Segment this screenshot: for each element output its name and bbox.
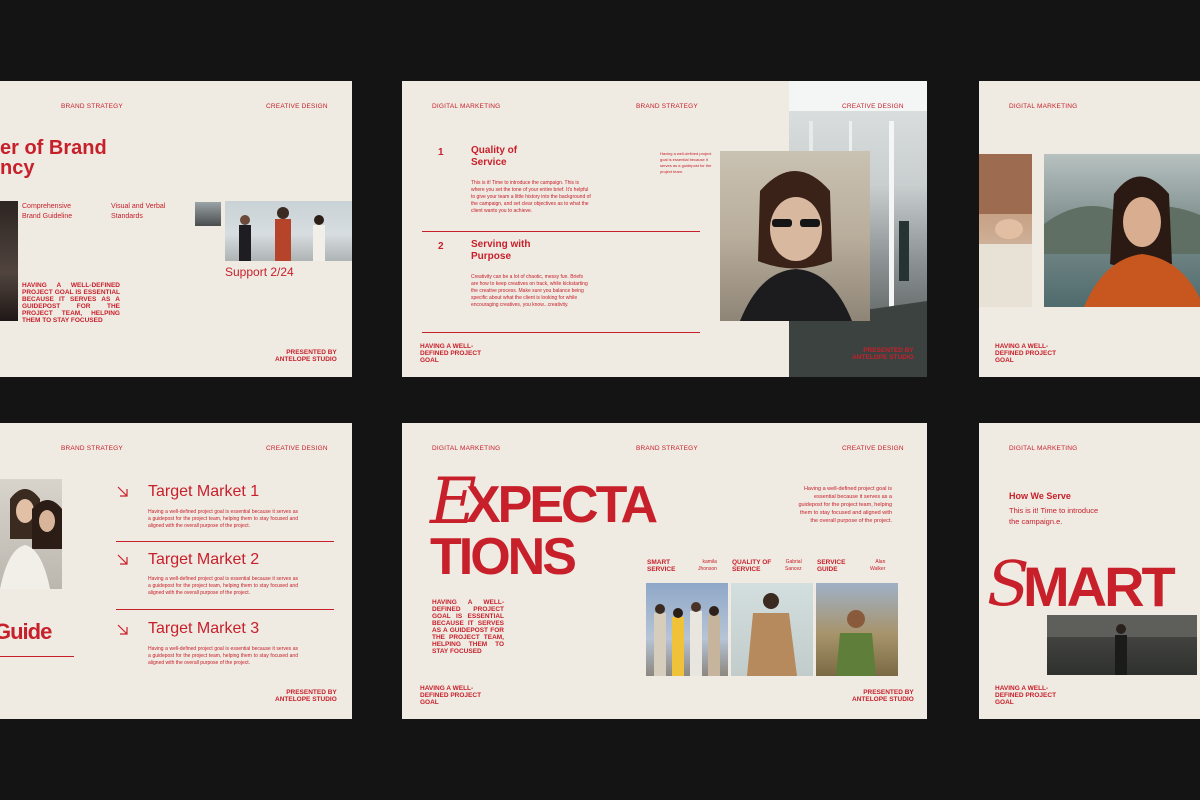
guide-heading: Guide [0, 619, 52, 644]
nav-digital-marketing[interactable]: DIGITAL MARKETING [432, 445, 500, 452]
slide-title-line2: ncy [0, 157, 35, 179]
divider-1 [422, 231, 700, 232]
label-name-gabrial: Gabrial Sancez [785, 559, 802, 572]
guide-underline [0, 656, 74, 657]
slide-target-markets[interactable]: BRAND STRATEGY CREATIVE DESIGN Target Ma… [0, 423, 352, 719]
footer-project-goal: HAVING A WELL- DEFINED PROJECT GOAL [995, 685, 1057, 706]
footer-project-goal: HAVING A WELL- DEFINED PROJECT GOAL [995, 343, 1057, 364]
team-figures [239, 207, 325, 261]
nav-brand-strategy[interactable]: BRAND STRATEGY [636, 445, 698, 452]
footer-presented-by: PRESENTED BY ANTELOPE STUDIO [852, 689, 914, 703]
woman-sunglasses-photo [720, 151, 870, 321]
nav-brand-strategy[interactable]: BRAND STRATEGY [61, 445, 123, 452]
label-name-alan: Alan Walker [870, 559, 886, 572]
slide-quality-service[interactable]: DIGITAL MARKETING BRAND STRATEGY CREATIV… [402, 81, 927, 377]
footer-project-goal: HAVING A WELL- DEFINED PROJECT GOAL [420, 343, 482, 364]
two-women-photo [0, 479, 62, 589]
woman-lake-photo [1044, 154, 1200, 307]
thumbnail-photo [195, 202, 221, 226]
nav-digital-marketing[interactable]: DIGITAL MARKETING [1009, 103, 1077, 110]
slide-smart[interactable]: DIGITAL MARKETING How We Serve This is i… [979, 423, 1200, 719]
target-market-body: Having a well-defined project goal is es… [148, 509, 298, 529]
women-figures [0, 489, 62, 589]
trench-figure [747, 593, 797, 676]
portrait-photo-left [0, 201, 18, 321]
portrait-figure [740, 171, 852, 321]
how-we-serve-heading: How We Serve [1009, 491, 1071, 501]
divider-2 [422, 332, 700, 333]
group-figures [654, 602, 720, 676]
arrow-down-right-icon [117, 624, 128, 635]
target-market-title: Target Market 1 [148, 483, 260, 500]
footer-presented-by: PRESENTED BY ANTELOPE STUDIO [275, 689, 337, 703]
lake-portrait [1044, 176, 1200, 307]
hand-shape [979, 154, 1032, 307]
support-caption: Support 2/24 [225, 265, 294, 279]
footer-presented-by: PRESENTED BY ANTELOPE STUDIO [852, 347, 914, 361]
nav-creative-design[interactable]: CREATIVE DESIGN [266, 445, 328, 452]
expectations-title-line1: XPECTA [466, 476, 658, 534]
expectations-title-line2: TIONS [430, 528, 577, 586]
arrow-down-right-icon [117, 486, 128, 497]
nav-brand-strategy[interactable]: BRAND STRATEGY [61, 103, 123, 110]
side-note: Having a well-defined project goal is es… [660, 151, 712, 174]
arrow-down-right-icon [117, 554, 128, 565]
trench-coat-photo [731, 583, 813, 676]
item2-title: Serving with Purpose [471, 239, 531, 262]
label-title-quality-of-service: QUALITY OF SERVICE [732, 559, 772, 573]
field-portrait-photo [816, 583, 898, 676]
footer-presented-by: PRESENTED BY ANTELOPE STUDIO [275, 349, 337, 363]
target-market-body: Having a well-defined project goal is es… [148, 576, 298, 596]
label-title-service-guide: SERVICE GUIDE [817, 559, 846, 573]
feature-visual-verbal: Visual and Verbal Standards [111, 203, 166, 220]
item2-body: Creativity can be a lot of chaotic, mess… [471, 274, 588, 308]
target-market-body: Having a well-defined project goal is es… [148, 646, 298, 666]
label-name-kamila: kamila Jhonson [698, 559, 717, 572]
nav-brand-strategy[interactable]: BRAND STRATEGY [636, 103, 698, 110]
item2-number: 2 [438, 241, 444, 252]
street-figure [1047, 615, 1197, 675]
item1-number: 1 [438, 147, 444, 158]
team-photo [225, 201, 352, 261]
target-market-title: Target Market 2 [148, 551, 260, 568]
feature-brand-guideline: Comprehensive Brand Guideline [22, 203, 73, 220]
smart-title: MART [1023, 555, 1176, 618]
slide-expectations[interactable]: DIGITAL MARKETING BRAND STRATEGY CREATIV… [402, 423, 927, 719]
hands-photo [979, 154, 1032, 307]
intro-text: Having a well-defined project goal is es… [798, 486, 892, 524]
dark-street-photo [1047, 615, 1197, 675]
item1-title: Quality of Service [471, 145, 518, 168]
how-we-serve-body: This is it! Time to introduce the campai… [1009, 506, 1099, 526]
slide-brand-agency[interactable]: BRAND STRATEGY CREATIVE DESIGN er of Bra… [0, 81, 352, 377]
nav-creative-design[interactable]: CREATIVE DESIGN [266, 103, 328, 110]
divider-2 [116, 609, 334, 610]
label-title-smart-service: SMART SERVICE [647, 559, 676, 573]
group-photo [646, 583, 728, 676]
target-market-title: Target Market 3 [148, 620, 260, 637]
item1-body: This is it! Time to introduce the campai… [471, 180, 591, 214]
body-statement: HAVING A WELL-DEFINED PROJECT GOAL IS ES… [22, 282, 120, 324]
slide-portraits[interactable]: DIGITAL MARKETING HAVING A WELL- DEFINED… [979, 81, 1200, 377]
divider-1 [116, 541, 334, 542]
nav-digital-marketing[interactable]: DIGITAL MARKETING [1009, 445, 1077, 452]
nav-digital-marketing[interactable]: DIGITAL MARKETING [432, 103, 500, 110]
nav-creative-design[interactable]: CREATIVE DESIGN [842, 103, 904, 110]
body-statement: HAVING A WELL-DEFINED PROJECT GOAL IS ES… [432, 599, 504, 655]
field-figure [836, 610, 876, 676]
footer-project-goal: HAVING A WELL- DEFINED PROJECT GOAL [420, 685, 482, 706]
nav-creative-design[interactable]: CREATIVE DESIGN [842, 445, 904, 452]
